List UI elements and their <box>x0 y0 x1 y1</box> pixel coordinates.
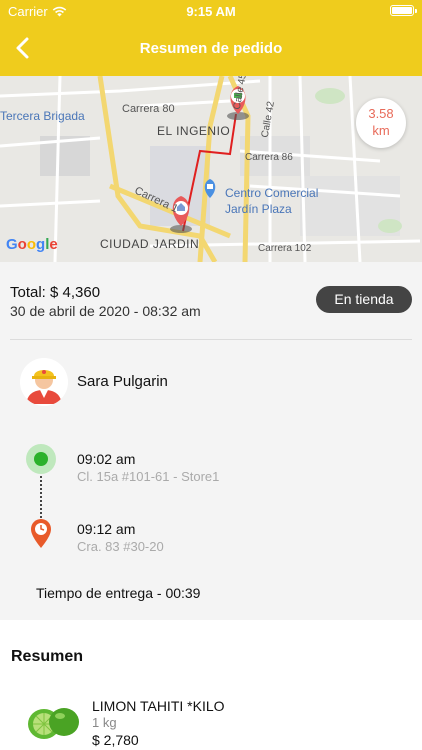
place-label: CIUDAD JARDIN <box>100 237 200 251</box>
product-quantity: 1 kg <box>92 715 117 730</box>
distance-value: 3.58 <box>368 106 394 121</box>
street-label: Carrera 86 <box>245 152 293 163</box>
product-name: LIMON TAHITI *KILO <box>92 698 225 714</box>
order-total: Total: $ 4,360 <box>10 284 101 301</box>
street-label: Carrera 80 <box>122 103 175 115</box>
summary-heading: Resumen <box>11 648 84 665</box>
dropoff-time: 09:12 am <box>77 521 136 537</box>
lime-icon <box>26 700 80 744</box>
timeline-connector <box>40 476 42 518</box>
delivery-duration: Tiempo de entrega - 00:39 <box>36 585 201 601</box>
divider <box>10 339 412 340</box>
product-price: $ 2,780 <box>92 732 139 748</box>
distance-badge: 3.58 km <box>356 98 406 148</box>
order-date: 30 de abril de 2020 - 08:32 am <box>10 303 201 319</box>
dropoff-address: Cra. 83 #30-20 <box>77 539 164 554</box>
battery-icon <box>390 5 417 16</box>
map-canvas <box>0 76 422 262</box>
list-item[interactable]: LIMON TAHITI *KILO 1 kg $ 2,780 <box>0 690 422 750</box>
courier-name: Sara Pulgarin <box>77 373 168 390</box>
nav-bar: Resumen de pedido <box>0 22 422 76</box>
page-title: Resumen de pedido <box>139 40 283 57</box>
status-badge: En tienda <box>316 286 412 313</box>
street-label: Carrera 102 <box>258 243 312 254</box>
clock: 9:15 AM <box>186 4 236 19</box>
place-label: Jardín Plaza <box>225 202 292 216</box>
order-info: Total: $ 4,360 30 de abril de 2020 - 08:… <box>0 262 422 620</box>
courier-avatar-icon <box>20 358 68 406</box>
avatar <box>20 358 68 406</box>
place-label: Tercera Brigada <box>0 109 85 123</box>
google-logo: Google <box>6 236 58 253</box>
route-map[interactable]: Carrera 80 Calle 45 Calle 42 Carrera 86 … <box>0 76 422 262</box>
distance-unit: km <box>372 123 390 138</box>
place-label: Centro Comercial <box>225 186 319 200</box>
location-pin-icon <box>30 519 52 549</box>
pickup-time: 09:02 am <box>77 451 136 467</box>
pickup-point-icon <box>26 444 56 474</box>
pickup-address: Cl. 15a #101-61 - Store1 <box>77 469 220 484</box>
status-bar: Carrier 9:15 AM <box>0 0 422 22</box>
place-label: EL INGENIO <box>157 124 231 138</box>
header-bar: Carrier 9:15 AM Resumen de pedido <box>0 0 422 76</box>
